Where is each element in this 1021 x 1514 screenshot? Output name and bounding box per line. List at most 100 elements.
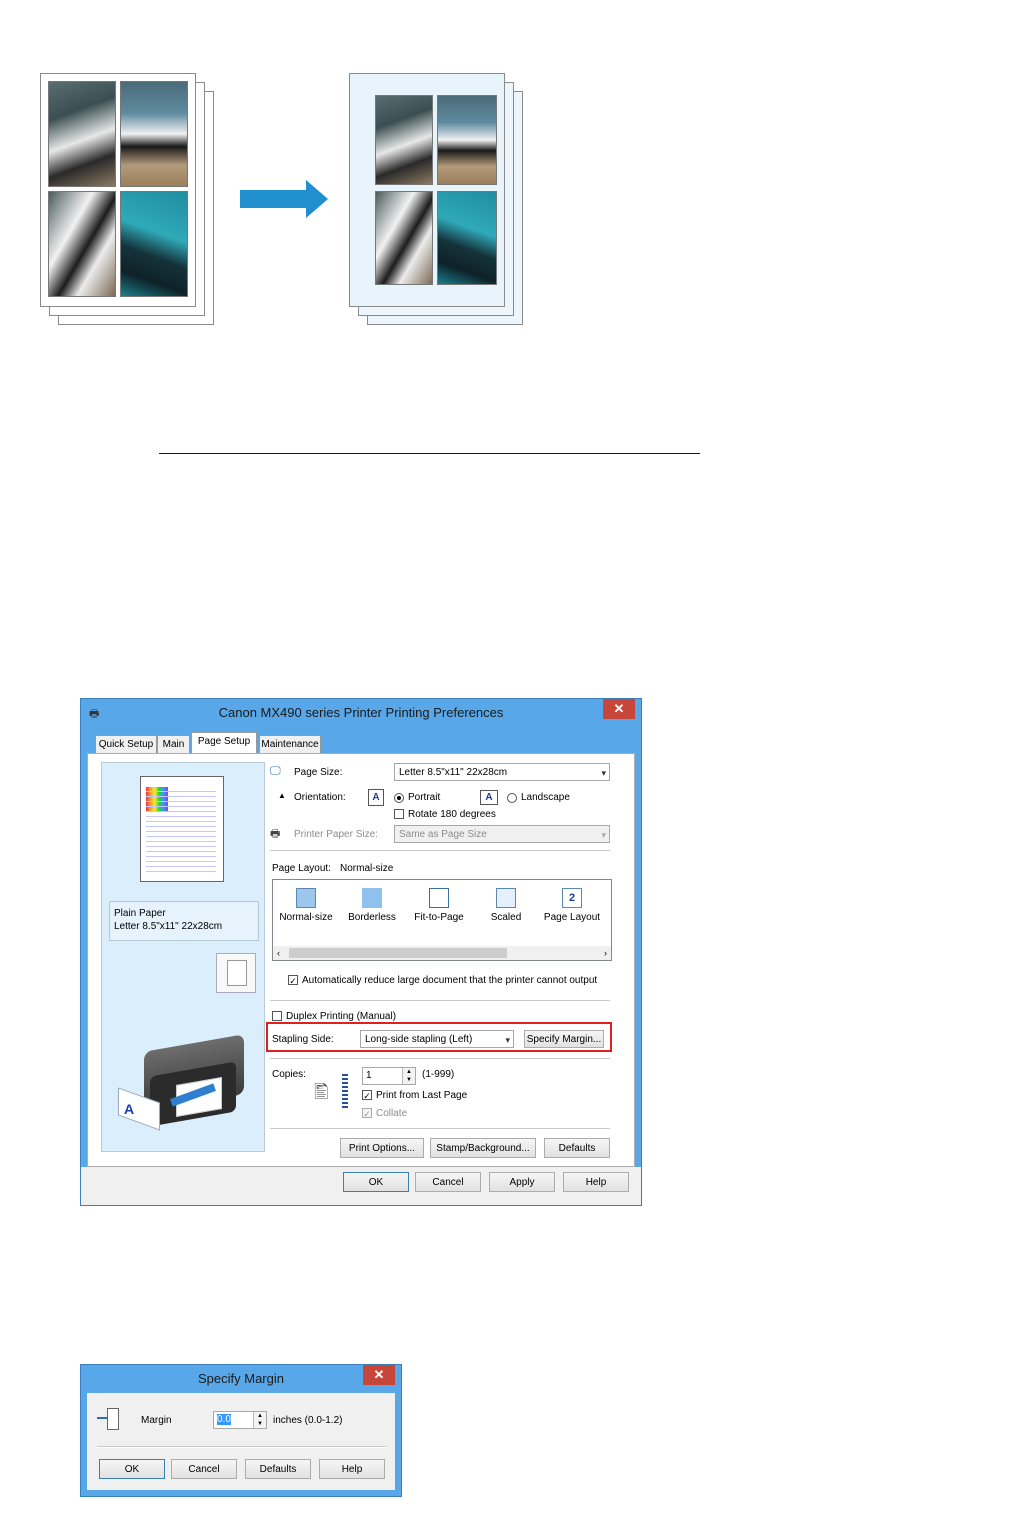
landscape-label: Landscape [521,792,570,803]
print-last-checkbox[interactable]: ✓ [362,1090,372,1101]
chevron-down-icon: ▾ [601,830,606,840]
portrait-icon: A [368,789,384,806]
preview-pane: Plain Paper Letter 8.5"x11" 22x28cm A [101,762,265,1152]
tab-maintenance[interactable]: Maintenance [259,735,321,753]
printer-paper-size-select[interactable]: Same as Page Size ▾ [394,825,610,843]
horizontal-scrollbar[interactable]: ‹ › [273,946,611,960]
specify-margin-button[interactable]: Specify Margin... [524,1030,604,1048]
duplex-label: Duplex Printing (Manual) [286,1011,397,1022]
media-info: Plain Paper Letter 8.5"x11" 22x28cm [109,901,259,941]
copies-order-icon [342,1074,348,1108]
tab-panel: Plain Paper Letter 8.5"x11" 22x28cm A 🖵 … [87,753,635,1167]
layout-fit-to-page-label: Fit-to-Page [414,912,464,923]
auto-reduce-checkbox[interactable]: ✓ [288,975,298,986]
stapling-side-label: Stapling Side: [272,1034,334,1045]
copies-spinner-arrows[interactable]: ▲ ▼ [402,1068,415,1084]
scroll-thumb[interactable] [289,948,507,958]
copies-value: 1 [366,1070,372,1081]
margin-defaults-button[interactable]: Defaults [245,1459,311,1479]
auto-reduce-label: Automatically reduce large document that… [302,975,598,986]
chevron-down-icon: ▾ [505,1035,510,1045]
penguin-photo [48,81,116,187]
page-size-value: Letter 8.5"x11" 22x28cm [399,767,508,778]
orientation-arrow-icon: ▲ [278,791,286,800]
panda-photo [120,81,188,187]
copies-label: Copies: [272,1069,306,1080]
landscape-radio[interactable] [507,793,517,803]
close-icon[interactable]: ✕ [603,699,635,719]
specify-margin-dialog: Specify Margin ✕ Margin 0.0 ▲ ▼ inches (0… [80,1364,402,1497]
tab-main[interactable]: Main [157,735,190,753]
defaults-button[interactable]: Defaults [544,1138,610,1158]
landscape-icon: A [480,790,498,805]
layout-scaled[interactable]: Scaled [475,882,537,938]
stapling-side-select[interactable]: Long-side stapling (Left) ▾ [360,1030,514,1048]
panda-photo [437,95,497,185]
divider [97,1446,387,1448]
copies-spinner[interactable]: 1 ▲ ▼ [362,1067,416,1085]
rotate-180-label: Rotate 180 degrees [408,809,496,820]
fit-to-page-icon [429,888,449,908]
margin-spinner-arrows[interactable]: ▲ ▼ [253,1412,266,1428]
collate-checkbox[interactable]: ✓ [362,1108,372,1119]
orientation-label: Orientation: [294,792,346,803]
apply-button[interactable]: Apply [489,1172,555,1192]
margin-help-button[interactable]: Help [319,1459,385,1479]
copies-stack-icon: 🖺 [314,1082,329,1102]
print-options-button[interactable]: Print Options... [340,1138,424,1158]
page-size-select[interactable]: Letter 8.5"x11" 22x28cm ▾ [394,763,610,781]
dialog-footer: OK Cancel Apply Help [81,1167,641,1205]
page-layout-icon: 2 [562,888,582,908]
borderless-icon [362,888,382,908]
portrait-radio[interactable] [394,793,404,803]
printer-paper-size-value: Same as Page Size [399,829,487,840]
portrait-label: Portrait [408,792,441,803]
margin-dialog-body: Margin 0.0 ▲ ▼ inches (0.0-1.2) OK Cancel… [87,1393,395,1490]
margin-icon [97,1408,119,1430]
seal-photo [120,191,188,297]
arrow-head [306,180,328,218]
divider [270,1128,610,1130]
stamp-background-button[interactable]: Stamp/Background... [430,1138,536,1158]
rotate-180-checkbox[interactable] [394,809,404,819]
printer-paper-size-label: Printer Paper Size: [294,829,378,840]
layout-normal-size-label: Normal-size [279,912,333,923]
tab-page-setup[interactable]: Page Setup [191,732,257,753]
divider [270,1058,610,1060]
layout-page-layout[interactable]: 2 Page Layout [541,882,603,938]
seal-photo [437,191,497,285]
layout-fit-to-page[interactable]: Fit-to-Page [408,882,470,938]
ok-button[interactable]: OK [343,1172,409,1192]
printer-illustration-icon: A [114,1033,254,1143]
media-type-label: Plain Paper [114,908,166,919]
margin-dialog-title: Specify Margin [198,1371,284,1386]
cancel-button[interactable]: Cancel [415,1172,481,1192]
scroll-right-icon[interactable]: › [604,946,607,960]
tab-strip: Quick Setup Main Page Setup Maintenance [95,732,495,755]
chevron-down-icon: ▾ [601,768,606,778]
scaled-icon [496,888,516,908]
layout-normal-size[interactable]: Normal-size [275,882,337,938]
help-button[interactable]: Help [563,1172,629,1192]
tab-quick-setup[interactable]: Quick Setup [95,735,157,753]
printing-preferences-dialog: 🖶 Canon MX490 series Printer Printing Pr… [80,698,642,1206]
page-preview [140,776,224,882]
hyperlink-underline[interactable] [159,453,700,454]
layout-scaled-label: Scaled [490,912,522,923]
penguins-photo [48,191,116,297]
arrow-right-icon [240,190,308,208]
margin-value[interactable]: 0.0 [217,1414,231,1425]
paper-orientation-icon [216,953,256,993]
scroll-left-icon[interactable]: ‹ [277,946,280,960]
margin-spinner[interactable]: 0.0 ▲ ▼ [213,1411,267,1429]
stapling-side-value: Long-side stapling (Left) [365,1034,473,1045]
dialog-title: Canon MX490 series Printer Printing Pref… [218,705,504,720]
media-size-label: Letter 8.5"x11" 22x28cm [114,921,223,932]
page-size-label: Page Size: [294,767,343,778]
duplex-checkbox[interactable] [272,1011,282,1021]
layout-borderless[interactable]: Borderless [341,882,403,938]
close-icon[interactable]: ✕ [363,1365,395,1385]
margin-cancel-button[interactable]: Cancel [171,1459,237,1479]
margin-ok-button[interactable]: OK [99,1459,165,1479]
collate-label: Collate [376,1108,408,1119]
